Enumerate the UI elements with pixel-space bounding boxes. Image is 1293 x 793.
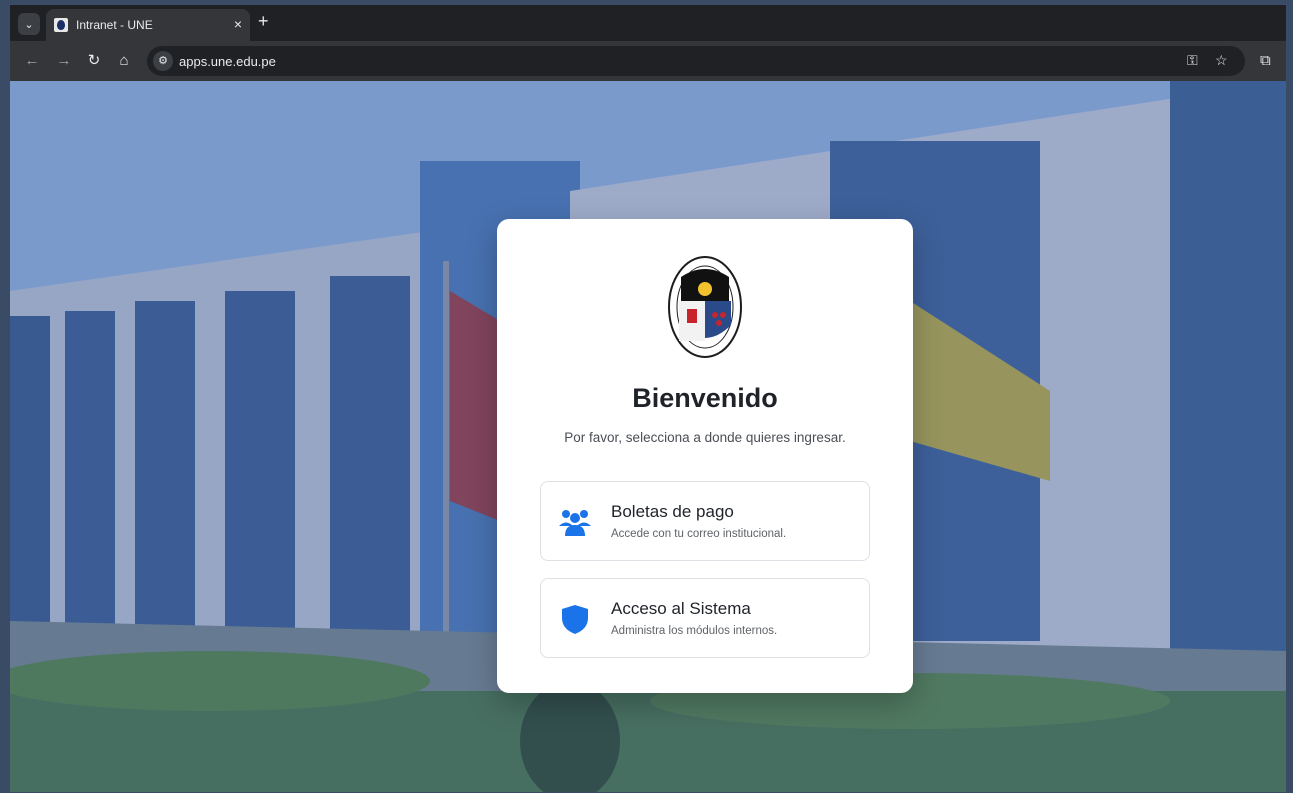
payslips-option-description: Accede con tu correo institucional. [611,528,787,540]
tab-close-icon[interactable]: × [234,16,242,32]
system-access-option-label: Acceso al Sistema [611,599,751,618]
tab-search-button[interactable]: ⌄ [18,13,40,35]
tab-favicon-icon [54,18,68,32]
tab-title: Intranet - UNE [76,18,153,32]
tab-strip: ⌄ Intranet - UNE × + [10,5,1286,41]
payslips-option-label: Boletas de pago [611,502,734,521]
url-text[interactable]: apps.une.edu.pe [179,54,276,69]
bookmark-star-icon[interactable]: ☆ [1215,52,1228,69]
browser-toolbar: ← → ↻ ⌂ ⚙ apps.une.edu.pe ⚿ ☆ ⧉ [10,41,1286,81]
users-icon [559,510,591,536]
password-key-icon[interactable]: ⚿ [1187,52,1198,69]
reload-icon[interactable]: ↻ [84,51,104,71]
forward-icon[interactable]: → [54,51,74,71]
payslips-option-button[interactable]: Boletas de pago Accede con tu correo ins… [540,481,870,561]
back-icon[interactable]: ← [22,51,42,71]
active-tab[interactable]: Intranet - UNE × [46,9,250,41]
browser-window: ⌄ Intranet - UNE × + ← → ↻ ⌂ ⚙ apps.une.… [10,5,1286,792]
login-card: Bienvenido Por favor, selecciona a donde… [497,219,913,693]
address-bar[interactable]: ⚙ apps.une.edu.pe ⚿ ☆ [147,46,1245,76]
welcome-title: Bienvenido [632,383,778,413]
une-crest-logo [668,256,742,358]
shield-icon [562,605,588,634]
welcome-subtitle: Por favor, selecciona a donde quieres in… [564,430,846,445]
new-tab-button[interactable]: + [258,12,269,30]
page-viewport: Bienvenido Por favor, selecciona a donde… [10,81,1286,792]
system-access-option-button[interactable]: Acceso al Sistema Administra los módulos… [540,578,870,658]
home-icon[interactable]: ⌂ [114,51,134,71]
extensions-icon[interactable]: ⧉ [1260,52,1271,69]
system-access-option-description: Administra los módulos internos. [611,625,778,637]
site-info-icon[interactable]: ⚙ [153,51,173,71]
